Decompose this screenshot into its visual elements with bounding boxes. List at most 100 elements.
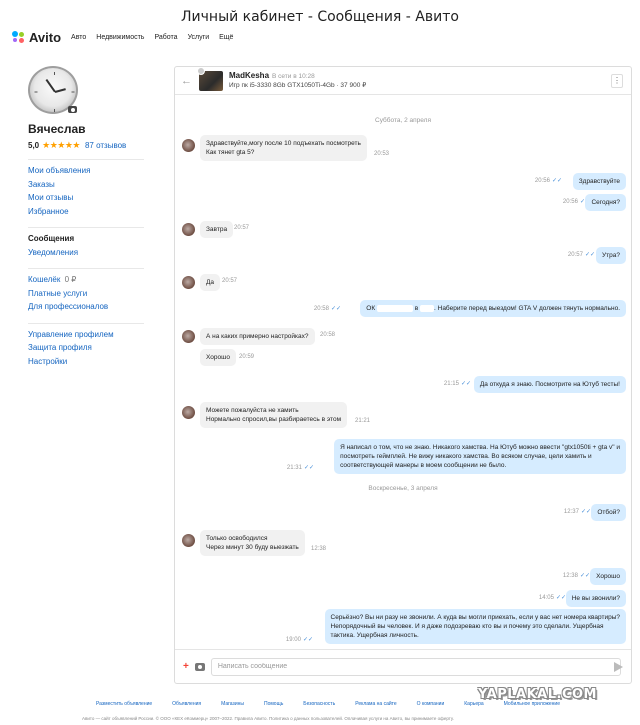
sender-avatar <box>182 276 195 289</box>
avito-logo[interactable]: Avito <box>12 30 61 45</box>
message-time: 12:37 ✓✓ <box>563 509 591 515</box>
chat-panel: ← MadKesha В сети в 10:28 Игр пк i5-3330 … <box>174 66 632 684</box>
chat-header-info: MadKesha В сети в 10:28 Игр пк i5-3330 8G… <box>229 71 366 90</box>
sidebar-item-orders[interactable]: Заказы <box>28 178 144 192</box>
message-incoming: Только освободился Через минут 30 буду вы… <box>200 530 305 556</box>
message-outgoing: Да откуда я знаю. Посмотрите на Ютуб тес… <box>473 376 626 393</box>
message-incoming: А на каких примерно настройках? <box>200 328 315 345</box>
sidebar-item-settings[interactable]: Настройки <box>28 355 144 369</box>
message-outgoing: Не вы звонили? <box>565 590 626 607</box>
sidebar-item-profile-management[interactable]: Управление профилем <box>28 328 144 342</box>
footer-link-advertising[interactable]: Реклама на сайте <box>355 701 396 707</box>
sender-avatar <box>182 330 195 343</box>
nav-more[interactable]: Ещё <box>219 34 233 41</box>
nav-jobs[interactable]: Работа <box>154 34 177 41</box>
message-outgoing: ОК в . Наберите перед выездом! GTA V дол… <box>360 300 626 317</box>
message-incoming: Можете пожалуйста не хамить Нормально спр… <box>200 402 348 428</box>
sidebar-item-paid-services[interactable]: Платные услуги <box>28 287 144 301</box>
date-separator: Суббота, 2 апреля <box>375 117 431 124</box>
footer-link-ads[interactable]: Объявления <box>172 701 201 707</box>
message-outgoing: Хорошо <box>590 568 626 585</box>
logo-dots-icon <box>12 31 26 43</box>
sidebar-item-wallet[interactable]: Кошелёк 0 ₽ <box>28 273 144 287</box>
message-time: 14:05 ✓✓ <box>538 595 566 601</box>
footer-copyright: Авито — сайт объявлений России. © ООО «К… <box>82 716 454 721</box>
message-time: 12:38 <box>311 546 327 552</box>
message-time: 20:57 <box>234 225 250 231</box>
nav-services[interactable]: Услуги <box>188 34 210 41</box>
message-incoming: Хорошо <box>200 349 236 366</box>
message-time: 20:53 <box>374 151 390 157</box>
more-menu-icon[interactable]: ⋮ <box>611 74 623 88</box>
sidebar-group-payments: Кошелёк 0 ₽ Платные услуги Для профессио… <box>28 268 144 314</box>
rating-stars-icon: ★★★★★ <box>42 140 80 150</box>
message-time: 20:59 <box>239 354 255 360</box>
message-outgoing: Отбой? <box>591 504 626 521</box>
message-outgoing: Серьёзно? Вы ни разу не звонили. А куда … <box>324 609 626 644</box>
sidebar-group-settings: Управление профилем Защита профиля Настр… <box>28 322 144 369</box>
message-time: 19:00 ✓✓ <box>285 637 313 643</box>
message-composer: + <box>175 649 631 683</box>
message-incoming: Здравствуйте,могу после 10 подъехать пос… <box>200 135 367 161</box>
message-time: 20:56✓✓ <box>534 178 562 184</box>
add-attachment-icon[interactable]: + <box>183 661 189 672</box>
sidebar-group-messages: Сообщения Уведомления <box>28 227 144 259</box>
page-title: Личный кабинет - Сообщения - Авито <box>181 9 459 25</box>
rating-value: 5,0 <box>28 141 40 150</box>
message-time: 20:58 ✓✓ <box>313 306 341 312</box>
message-outgoing: Сегодня? <box>585 194 626 211</box>
message-incoming: Завтра <box>200 221 234 238</box>
logo-text: Avito <box>29 29 62 45</box>
footer-link-post-ad[interactable]: Разместить объявление <box>96 701 152 707</box>
sidebar-item-profile-protection[interactable]: Защита профиля <box>28 341 144 355</box>
sidebar-item-pro[interactable]: Для профессионалов <box>28 300 144 314</box>
sidebar-group-listings: Мои объявления Заказы Мои отзывы Избранн… <box>28 159 144 218</box>
message-outgoing: Здравствуйте <box>572 173 626 190</box>
camera-icon[interactable] <box>68 106 77 113</box>
seller-status: В сети в 10:28 <box>272 73 315 80</box>
message-list: Суббота, 2 апреля Здравствуйте,могу посл… <box>175 96 631 649</box>
sidebar-item-my-ads[interactable]: Мои объявления <box>28 164 144 178</box>
message-time: 12:38 ✓✓ <box>562 573 590 579</box>
top-navigation: Avito Авто Недвижимость Работа Услуги Ещ… <box>12 28 628 46</box>
footer-link-about[interactable]: О компании <box>417 701 445 707</box>
send-icon[interactable] <box>614 662 623 672</box>
chat-header: ← MadKesha В сети в 10:28 Игр пк i5-3330 … <box>175 66 631 95</box>
back-arrow-icon[interactable]: ← <box>181 75 195 87</box>
user-name: Вячеслав <box>28 122 86 136</box>
message-time: 20:58 <box>320 332 336 338</box>
message-time: 20:57 ✓✓ <box>567 252 595 258</box>
footer-link-shops[interactable]: Магазины <box>221 701 244 707</box>
sidebar-item-messages[interactable]: Сообщения <box>28 232 144 246</box>
product-thumbnail[interactable] <box>197 66 223 91</box>
sidebar-item-favorites[interactable]: Избранное <box>28 205 144 219</box>
footer-link-help[interactable]: Помощь <box>264 701 283 707</box>
product-title[interactable]: Игр пк i5-3330 8Gb GTX1050Ti-4Gb · 37 90… <box>229 81 366 90</box>
redacted-block <box>420 304 435 312</box>
message-input[interactable] <box>210 657 621 676</box>
sender-avatar <box>182 139 195 152</box>
nav-auto[interactable]: Авто <box>71 34 86 41</box>
wallet-label: Кошелёк <box>28 275 61 284</box>
camera-attach-icon[interactable] <box>194 662 205 671</box>
message-outgoing: Утра? <box>596 247 626 264</box>
message-time: 21:21 <box>355 418 371 424</box>
avatar[interactable] <box>28 66 78 114</box>
message-incoming: Да <box>200 274 221 291</box>
sidebar-item-notifications[interactable]: Уведомления <box>28 246 144 260</box>
sender-avatar <box>182 406 195 419</box>
message-time: 20:57 <box>222 278 238 284</box>
redacted-block <box>376 304 413 312</box>
wallet-amount: 0 ₽ <box>64 275 77 284</box>
seller-avatar <box>197 66 205 75</box>
message-time: 21:15 ✓✓ <box>443 381 471 387</box>
seller-name[interactable]: MadKesha <box>229 71 269 80</box>
reviews-link[interactable]: 87 отзывов <box>85 141 126 150</box>
profile-sidebar: Вячеслав 5,0 ★★★★★ 87 отзывов Мои объявл… <box>28 66 148 368</box>
rating-row: 5,0 ★★★★★ 87 отзывов <box>28 140 148 151</box>
sender-avatar <box>182 223 195 236</box>
footer-link-security[interactable]: Безопасность <box>303 701 335 707</box>
nav-realty[interactable]: Недвижимость <box>96 34 144 41</box>
message-time: 21:31 ✓✓ <box>286 465 314 471</box>
sidebar-item-my-reviews[interactable]: Мои отзывы <box>28 191 144 205</box>
